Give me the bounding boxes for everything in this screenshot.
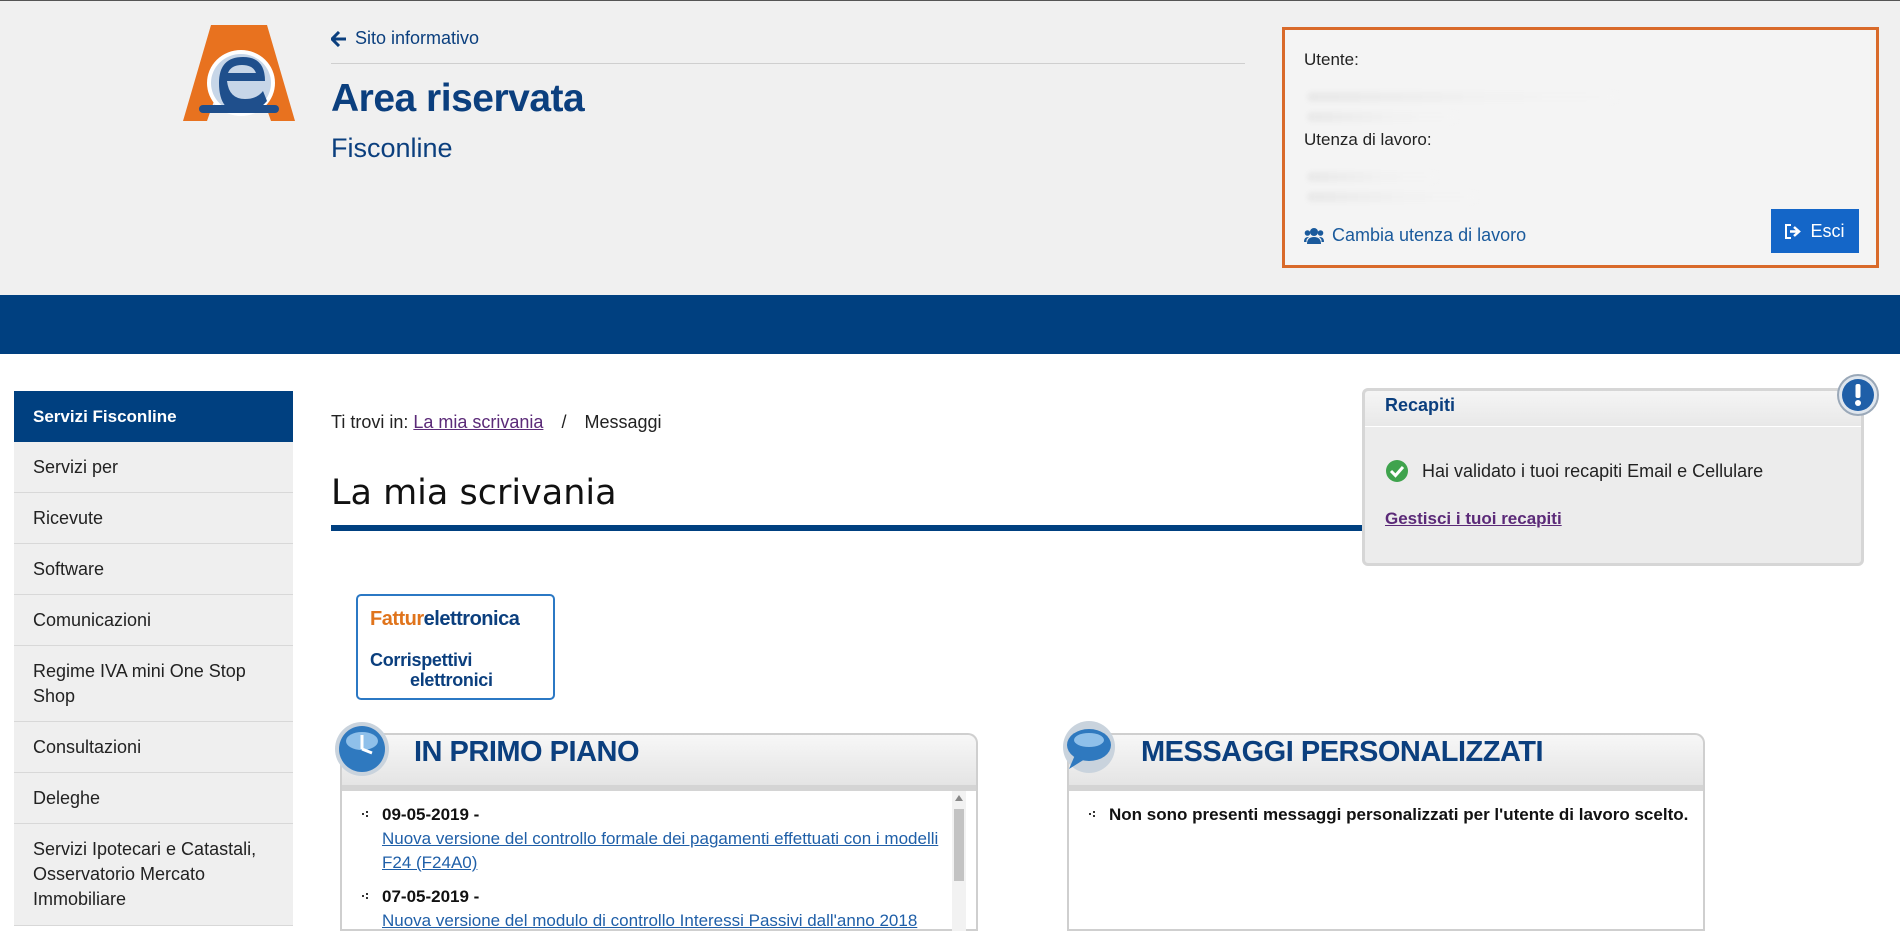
agenzia-entrate-logo[interactable] <box>183 23 295 123</box>
list-item: Non sono presenti messaggi personalizzat… <box>1089 803 1689 827</box>
in-primo-piano-body: 09-05-2019 - Nuova versione del controll… <box>340 791 978 931</box>
breadcrumb-link-scrivania[interactable]: La mia scrivania <box>413 412 543 432</box>
recapiti-panel: Recapiti Hai validato i tuoi recapiti Em… <box>1362 388 1864 566</box>
bullet-icon <box>1089 811 1095 817</box>
banner-line-2b: elettronici <box>410 670 493 690</box>
scroll-thumb[interactable] <box>954 809 964 881</box>
fatturazione-elettronica-banner[interactable]: Fatturelettronica Corrispettivi elettron… <box>356 594 555 700</box>
back-link-sito-informativo[interactable]: Sito informativo <box>331 28 479 49</box>
sidebar-item-regime-iva[interactable]: Regime IVA mini One Stop Shop <box>14 646 293 722</box>
users-icon <box>1304 227 1324 244</box>
change-work-user-link[interactable]: Cambia utenza di lavoro <box>1304 225 1526 246</box>
navigation-band <box>0 295 1900 354</box>
sidebar-item-ricevute[interactable]: Ricevute <box>14 493 293 544</box>
clock-icon <box>335 722 389 776</box>
news-link[interactable]: Nuova versione del controllo formale dei… <box>382 829 938 872</box>
back-link-label: Sito informativo <box>355 28 480 48</box>
news-date: 09-05-2019 - <box>382 805 480 824</box>
messaggi-title: MESSAGGI PERSONALIZZATI <box>1141 736 1544 768</box>
user-info-box: Utente: Utenza di lavoro: Cambia utenza … <box>1282 27 1879 268</box>
sidebar-item-consultazioni[interactable]: Consultazioni <box>14 722 293 773</box>
speech-bubble-icon <box>1063 721 1115 773</box>
page-title: La mia scrivania <box>331 473 617 513</box>
header: Sito informativo Area riservata Fisconli… <box>0 0 1900 295</box>
scroll-up-arrow-icon[interactable] <box>955 795 963 801</box>
list-item: 07-05-2019 - Nuova versione del modulo d… <box>362 885 957 933</box>
banner-line-1b: elettronica <box>423 608 520 630</box>
banner-line-2: Corrispettivi elettronici <box>370 650 493 690</box>
banner-line-2a: Corrispettivi <box>370 650 473 670</box>
sidebar: Servizi Fisconline Servizi per Ricevute … <box>14 391 293 926</box>
breadcrumb-current: Messaggi <box>584 412 662 432</box>
sidebar-item-deleghe[interactable]: Deleghe <box>14 773 293 824</box>
news-date: 07-05-2019 - <box>382 887 480 906</box>
message-text: Non sono presenti messaggi personalizzat… <box>1109 805 1689 824</box>
sidebar-item-servizi-per[interactable]: Servizi per <box>14 442 293 493</box>
recapiti-status: Hai validato i tuoi recapiti Email e Cel… <box>1385 459 1763 483</box>
arrow-left-icon <box>331 30 346 47</box>
sidebar-heading[interactable]: Servizi Fisconline <box>14 391 293 442</box>
breadcrumb-prefix: Ti trovi in: <box>331 412 409 432</box>
change-work-user-label: Cambia utenza di lavoro <box>1332 225 1527 245</box>
user-value-redacted-2 <box>1307 112 1457 122</box>
user-value-redacted <box>1307 92 1617 102</box>
in-primo-piano-panel: IN PRIMO PIANO 09-05-2019 - Nuova versio… <box>332 722 978 931</box>
page-header-subtitle: Fisconline <box>331 133 453 163</box>
recapiti-message: Hai validato i tuoi recapiti Email e Cel… <box>1422 460 1764 481</box>
sidebar-item-software[interactable]: Software <box>14 544 293 595</box>
work-user-value-redacted <box>1307 172 1437 182</box>
news-link[interactable]: Nuova versione del modulo di controllo I… <box>382 911 917 930</box>
breadcrumb-separator: / <box>561 412 567 432</box>
news-scrollbar[interactable] <box>952 791 966 931</box>
messages-list: Non sono presenti messaggi personalizzat… <box>1089 803 1689 837</box>
bullet-icon <box>362 811 368 817</box>
news-list: 09-05-2019 - Nuova versione del controll… <box>362 803 957 943</box>
header-divider <box>331 63 1245 64</box>
messaggi-personalizzati-panel: MESSAGGI PERSONALIZZATI Non sono present… <box>1059 721 1705 931</box>
list-item: 09-05-2019 - Nuova versione del controll… <box>362 803 957 875</box>
title-underline <box>331 525 1381 531</box>
recapiti-title: Recapiti <box>1385 395 1456 415</box>
banner-line-1a: Fattur <box>370 608 424 630</box>
banner-line-1: Fatturelettronica <box>370 608 520 631</box>
logout-button[interactable]: Esci <box>1771 209 1859 253</box>
work-user-value-redacted-2 <box>1307 192 1477 202</box>
manage-contacts-link[interactable]: Gestisci i tuoi recapiti <box>1385 509 1562 529</box>
in-primo-piano-title: IN PRIMO PIANO <box>414 736 640 768</box>
user-label: Utente: <box>1304 50 1359 69</box>
sign-out-icon <box>1785 223 1802 239</box>
bullet-icon <box>362 893 368 899</box>
check-circle-icon <box>1386 460 1408 482</box>
logout-label: Esci <box>1810 220 1845 241</box>
sidebar-item-servizi-ipotecari[interactable]: Servizi Ipotecari e Catastali, Osservato… <box>14 824 293 926</box>
breadcrumb: Ti trovi in: La mia scrivania / Messaggi <box>331 412 662 433</box>
sidebar-item-comunicazioni[interactable]: Comunicazioni <box>14 595 293 646</box>
page-header-title: Area riservata <box>331 77 585 120</box>
messaggi-body: Non sono presenti messaggi personalizzat… <box>1067 791 1705 931</box>
work-user-label: Utenza di lavoro: <box>1304 130 1432 149</box>
exclamation-icon <box>1837 374 1879 416</box>
